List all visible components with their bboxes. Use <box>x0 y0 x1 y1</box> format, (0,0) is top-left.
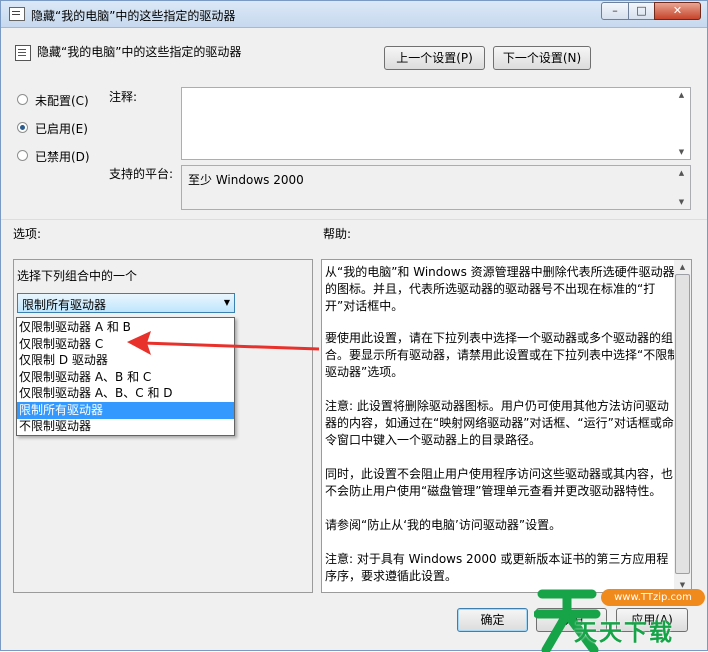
help-paragraph: 注意: 对于具有 Windows 2000 或更新版本证书的第三方应用程序序，要… <box>325 552 669 583</box>
ok-button[interactable]: 确定 <box>457 608 528 632</box>
help-paragraph: 同时，此设置不会阻止用户使用程序访问这些驱动器或其内容，也不会防止用户使用“磁盘… <box>325 467 674 498</box>
radio-label: 未配置(C) <box>35 94 89 108</box>
help-paragraph: 请参阅“防止从‘我的电脑’访问驱动器”设置。 <box>325 518 562 532</box>
platform-scrollbar[interactable]: ▲ ▼ <box>673 166 690 209</box>
policy-dialog: 隐藏“我的电脑”中的这些指定的驱动器 – □ ✕ 隐藏“我的电脑”中的这些指定的… <box>0 0 708 652</box>
minimize-button[interactable]: – <box>601 2 629 20</box>
close-button[interactable]: ✕ <box>654 2 701 20</box>
scroll-down-icon[interactable]: ▼ <box>673 195 690 209</box>
radio-label: 已启用(E) <box>35 122 88 136</box>
options-caption: 选择下列组合中的一个 <box>17 269 138 283</box>
help-label: 帮助: <box>323 227 352 241</box>
scroll-up-icon[interactable]: ▲ <box>674 260 691 274</box>
dropdown-option[interactable]: 仅限制 D 驱动器 <box>17 352 234 369</box>
cancel-button[interactable]: 取消 <box>536 608 607 632</box>
scroll-up-icon[interactable]: ▲ <box>673 88 690 102</box>
comment-label: 注释: <box>109 90 138 104</box>
window-app-icon <box>9 7 25 21</box>
dropdown-option-selected[interactable]: 限制所有驱动器 <box>17 402 234 419</box>
drive-restriction-select[interactable]: 限制所有驱动器 ▼ <box>17 293 235 313</box>
help-text-panel: 从“我的电脑”和 Windows 资源管理器中删除代表所选硬件驱动器的图标。并且… <box>321 259 692 593</box>
dropdown-arrow-icon[interactable]: ▼ <box>224 298 230 307</box>
help-paragraph: 要使用此设置，请在下拉列表中选择一个驱动器或多个驱动器的组合。要显示所有驱动器，… <box>325 331 680 379</box>
maximize-button[interactable]: □ <box>628 2 655 20</box>
radio-label: 已禁用(D) <box>35 150 90 164</box>
platform-value: 至少 Windows 2000 <box>188 173 304 187</box>
dropdown-option[interactable]: 仅限制驱动器 C <box>17 336 234 353</box>
radio-circle-icon <box>17 94 28 105</box>
next-setting-button[interactable]: 下一个设置(N) <box>493 46 591 70</box>
dropdown-option[interactable]: 仅限制驱动器 A、B 和 C <box>17 369 234 386</box>
scroll-up-icon[interactable]: ▲ <box>673 166 690 180</box>
policy-document-icon <box>15 45 31 61</box>
help-paragraph: 从“我的电脑”和 Windows 资源管理器中删除代表所选硬件驱动器的图标。并且… <box>325 265 675 313</box>
help-paragraph: 注意: 此设置将删除驱动器图标。用户仍可使用其他方法访问驱动器的内容，如通过在“… <box>325 399 674 447</box>
dropdown-option[interactable]: 仅限制驱动器 A 和 B <box>17 319 234 336</box>
radio-checked-icon <box>17 122 28 133</box>
platform-field: 至少 Windows 2000 ▲ ▼ <box>181 165 691 210</box>
platform-label: 支持的平台: <box>109 167 174 181</box>
help-scrollbar[interactable]: ▲ ▼ <box>674 260 691 592</box>
scroll-down-icon[interactable]: ▼ <box>674 578 691 592</box>
window-title: 隐藏“我的电脑”中的这些指定的驱动器 <box>31 9 236 23</box>
select-value: 限制所有驱动器 <box>22 298 107 312</box>
dropdown-list: 仅限制驱动器 A 和 B 仅限制驱动器 C 仅限制 D 驱动器 仅限制驱动器 A… <box>16 317 235 436</box>
dropdown-option[interactable]: 不限制驱动器 <box>17 418 234 435</box>
comment-scrollbar[interactable]: ▲ ▼ <box>673 88 690 159</box>
title-bar[interactable]: 隐藏“我的电脑”中的这些指定的驱动器 – □ ✕ <box>1 1 707 28</box>
policy-title: 隐藏“我的电脑”中的这些指定的驱动器 <box>37 45 242 59</box>
prev-setting-button[interactable]: 上一个设置(P) <box>384 46 485 70</box>
dropdown-option[interactable]: 仅限制驱动器 A、B、C 和 D <box>17 385 234 402</box>
scroll-thumb[interactable] <box>675 274 690 574</box>
radio-circle-icon <box>17 150 28 161</box>
section-divider <box>1 219 707 220</box>
options-label: 选项: <box>13 227 42 241</box>
comment-textarea[interactable]: ▲ ▼ <box>181 87 691 160</box>
apply-button[interactable]: 应用(A) <box>616 608 688 632</box>
scroll-down-icon[interactable]: ▼ <box>673 145 690 159</box>
